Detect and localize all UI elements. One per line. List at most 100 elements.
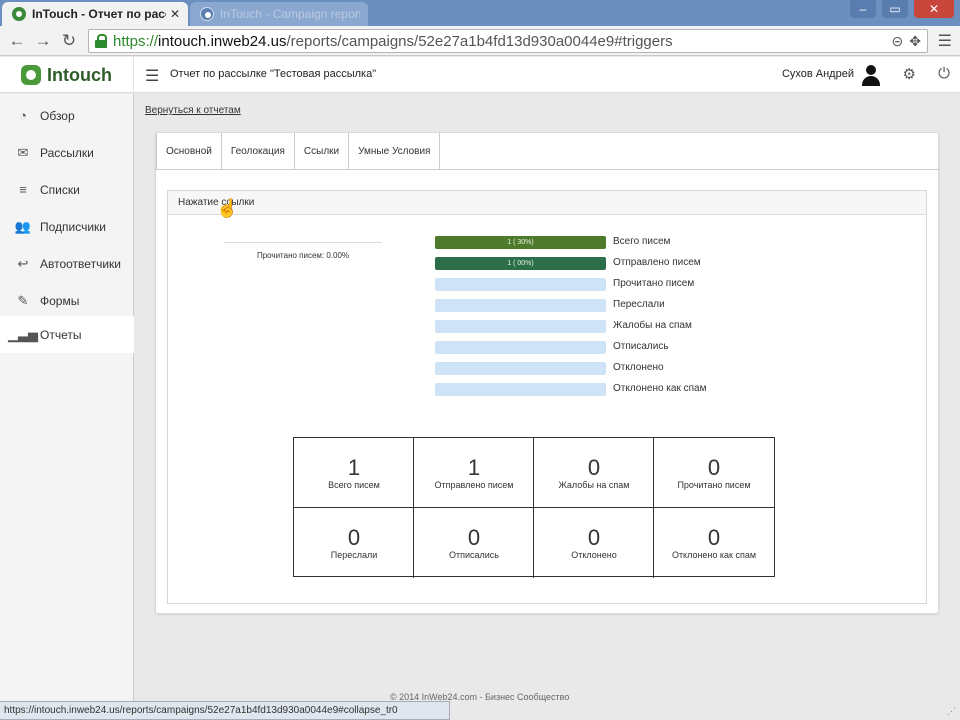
browser-menu-icon[interactable]: ☰ bbox=[938, 31, 952, 51]
metric-bar: 1 ( 00%) bbox=[435, 257, 606, 270]
read-progress-line bbox=[224, 242, 382, 243]
stat-value: 0 bbox=[467, 525, 481, 550]
read-caption: Прочитано писем: 0.00% bbox=[256, 251, 350, 260]
sidebar-item-label: Рассылки bbox=[40, 145, 94, 160]
metric-bar-label: Отклонено bbox=[613, 362, 664, 373]
reply-icon: ↩ bbox=[17, 255, 29, 271]
tab-close-icon[interactable]: ✕ bbox=[170, 7, 180, 21]
stat-cell: 0 Отклонено как спам bbox=[654, 508, 774, 578]
globe-favicon-icon bbox=[200, 7, 214, 21]
dashboard-icon: ◔ bbox=[19, 108, 27, 123]
browser-tab-title: InTouch - Campaign report bbox=[220, 7, 360, 21]
sidebar-item-campaigns[interactable]: ✉ Рассылки bbox=[0, 134, 134, 171]
tab-main[interactable]: Основной bbox=[156, 133, 222, 169]
metric-bar-label: Переслали bbox=[613, 299, 665, 310]
stat-cell: 0 Переслали bbox=[294, 508, 414, 578]
sidebar-item-label: Формы bbox=[40, 293, 80, 308]
sidebar-item-lists[interactable]: ≡ Списки bbox=[0, 171, 134, 208]
tab-smart-conditions[interactable]: Умные Условия bbox=[349, 133, 441, 169]
stat-value: 0 bbox=[587, 525, 601, 550]
power-icon[interactable]: ⏻ bbox=[938, 65, 950, 82]
metric-bar-fill: 1 ( 00%) bbox=[435, 257, 606, 270]
reload-icon[interactable]: ↻ bbox=[58, 30, 80, 52]
window-controls: – ▭ ✕ bbox=[850, 0, 954, 18]
metric-bar-fill: 1 ( 30%) bbox=[435, 236, 606, 249]
url-host: intouch.inweb24.us bbox=[158, 32, 287, 50]
stat-value: 0 bbox=[707, 525, 721, 550]
browser-tab-title: InTouch - Отчет по рассы bbox=[32, 7, 166, 21]
back-arrow-icon[interactable]: ← bbox=[6, 30, 28, 52]
stat-label: Прочитано писем bbox=[677, 480, 751, 490]
stat-value: 0 bbox=[347, 525, 361, 550]
sidebar-item-label: Автоответчики bbox=[40, 256, 121, 271]
address-bar[interactable]: https:// intouch.inweb24.us /reports/cam… bbox=[88, 29, 928, 53]
sidebar-item-reports[interactable]: ▁▃▅ Отчеты bbox=[0, 316, 134, 353]
metric-bar bbox=[435, 278, 606, 291]
signal-icon: ▁▃▅ bbox=[8, 326, 38, 342]
stat-label: Переслали bbox=[330, 550, 378, 560]
intouch-favicon-icon bbox=[12, 7, 26, 21]
user-avatar-icon[interactable] bbox=[862, 65, 880, 87]
browser-tabstrip: InTouch - Отчет по рассы ✕ InTouch - Cam… bbox=[0, 0, 960, 26]
magic-wand-icon: ✎ bbox=[17, 292, 29, 308]
back-to-reports-link[interactable]: Вернуться к отчетам bbox=[145, 105, 241, 116]
stat-label: Отклонено как спам bbox=[671, 550, 757, 560]
tab-links[interactable]: Ссылки bbox=[294, 133, 350, 169]
metric-bar-label: Жалобы на спам bbox=[613, 320, 692, 331]
sidebar: ◔ Обзор ✉ Рассылки ≡ Списки 👥 Подписчики… bbox=[0, 94, 134, 720]
minimize-icon[interactable]: – bbox=[850, 0, 876, 18]
metric-bar-label: Отписались bbox=[613, 341, 669, 352]
sidebar-item-overview[interactable]: ◔ Обзор bbox=[0, 97, 134, 134]
metric-bar bbox=[435, 299, 606, 312]
resize-grip-icon[interactable]: ⋰ bbox=[947, 706, 956, 717]
browser-tab-inactive[interactable]: InTouch - Campaign report bbox=[190, 2, 368, 26]
stat-value: 1 bbox=[467, 455, 481, 480]
stat-label: Отклонено bbox=[571, 550, 617, 560]
gear-icon[interactable]: ⚙ bbox=[903, 65, 916, 83]
metric-bar-label: Прочитано писем bbox=[613, 278, 695, 289]
window-close-icon[interactable]: ✕ bbox=[914, 0, 954, 18]
status-bar-url: https://intouch.inweb24.us/reports/campa… bbox=[0, 701, 450, 720]
stat-cell: 0 Отписались bbox=[414, 508, 534, 578]
app-header: Intouch ☰ Отчет по рассылке "Тестовая ра… bbox=[0, 57, 960, 93]
url-scheme: https:// bbox=[113, 32, 159, 50]
stat-label: Жалобы на спам bbox=[558, 480, 630, 490]
metric-bar bbox=[435, 383, 606, 396]
metric-bar bbox=[435, 341, 606, 354]
report-tabs: Основной Геолокация Ссылки Умные Условия bbox=[156, 133, 441, 169]
metric-bar-label: Отклонено как спам bbox=[613, 383, 707, 394]
stats-grid: 1 Всего писем 1 Отправлено писем 0 Жалобы на … bbox=[293, 437, 775, 578]
browser-tab-active[interactable]: InTouch - Отчет по рассы ✕ bbox=[2, 2, 188, 26]
zoom-icon[interactable]: ⊝ bbox=[892, 33, 904, 50]
sidebar-item-forms[interactable]: ✎ Формы bbox=[0, 282, 134, 319]
stat-value: 1 bbox=[347, 455, 361, 480]
sidebar-item-label: Подписчики bbox=[40, 219, 107, 234]
stat-cell: 1 Всего писем bbox=[294, 438, 414, 508]
metric-bar bbox=[435, 320, 606, 333]
metric-bar bbox=[435, 362, 606, 375]
hamburger-menu-icon[interactable]: ☰ bbox=[145, 66, 159, 86]
browser-toolbar: ← → ↻ https:// intouch.inweb24.us /repor… bbox=[0, 26, 960, 56]
user-name[interactable]: Сухов Андрей bbox=[782, 68, 854, 80]
metric-bar-label: Всего писем bbox=[613, 236, 671, 247]
lock-icon bbox=[95, 34, 107, 48]
sidebar-item-label: Списки bbox=[40, 182, 80, 197]
sidebar-item-subscribers[interactable]: 👥 Подписчики bbox=[0, 208, 134, 245]
tab-geolocation[interactable]: Геолокация bbox=[221, 133, 295, 169]
maximize-icon[interactable]: ▭ bbox=[882, 0, 908, 18]
stat-label: Отписались bbox=[449, 550, 499, 560]
logo-icon bbox=[21, 65, 41, 85]
sidebar-item-label: Отчеты bbox=[40, 327, 82, 342]
section-title[interactable]: Нажатие ссылки bbox=[168, 191, 926, 215]
stat-cell: 0 Прочитано писем bbox=[654, 438, 774, 508]
stat-cell: 0 Отклонено bbox=[534, 508, 654, 578]
metric-bar-label: Отправлено писем bbox=[613, 257, 701, 268]
logo[interactable]: Intouch bbox=[0, 57, 134, 93]
users-icon: 👥 bbox=[14, 218, 32, 234]
stat-label: Всего писем bbox=[328, 480, 380, 490]
page-title: Отчет по рассылке "Тестовая рассылка" bbox=[170, 68, 377, 80]
settings-wrench-icon[interactable]: ✥ bbox=[909, 33, 921, 50]
hand-cursor-icon: ☝ bbox=[216, 198, 239, 218]
forward-arrow-icon[interactable]: → bbox=[32, 30, 54, 52]
sidebar-item-autoresponders[interactable]: ↩ Автоответчики bbox=[0, 245, 134, 282]
